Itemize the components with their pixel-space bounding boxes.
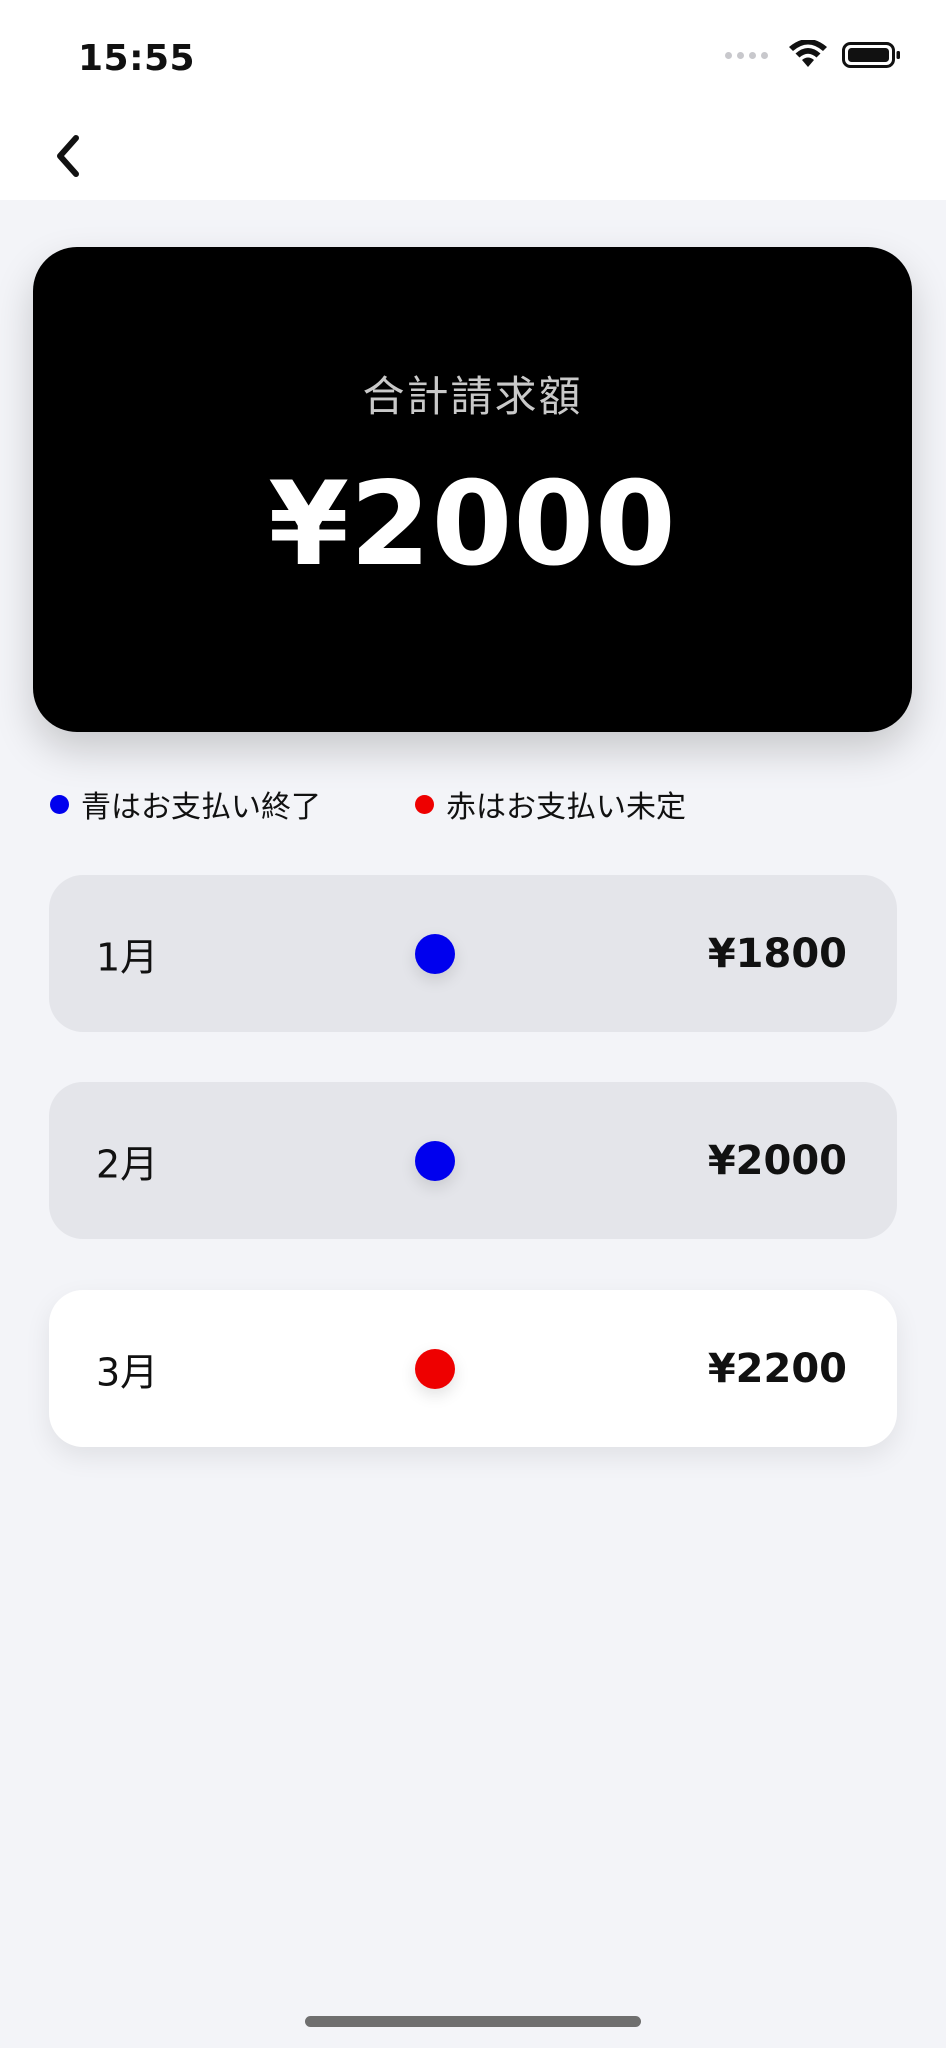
wifi-icon	[789, 40, 827, 67]
chevron-left-icon	[57, 135, 79, 177]
legend-paid-label: 青はお支払い終了	[81, 790, 321, 825]
paid-dot-icon	[50, 794, 69, 814]
month-label: 1月	[96, 935, 159, 979]
total-billing-card: 合計請求額 ¥2000	[33, 247, 912, 732]
month-label: 3月	[96, 1350, 159, 1394]
month-label: 2月	[96, 1142, 159, 1186]
status-time: 15:55	[78, 38, 196, 79]
total-billing-amount: ¥2000	[268, 457, 677, 592]
paid-status-dot-icon	[415, 933, 455, 974]
month-amount: ¥2200	[707, 1345, 847, 1392]
unpaid-dot-icon	[415, 794, 434, 814]
battery-icon	[842, 42, 900, 68]
month-row-february[interactable]: 2月 ¥2000	[49, 1082, 897, 1239]
back-button[interactable]	[40, 128, 96, 184]
top-bar: 15:55	[0, 0, 946, 200]
home-indicator[interactable]	[305, 2016, 641, 2027]
unpaid-status-dot-icon	[415, 1348, 455, 1389]
legend-unpaid-label: 赤はお支払い未定	[446, 790, 686, 825]
legend-item-unpaid: 赤はお支払い未定	[415, 782, 686, 826]
month-amount: ¥2000	[707, 1137, 847, 1184]
cellular-dots-icon	[725, 51, 768, 59]
status-icons	[725, 40, 902, 70]
legend-item-paid: 青はお支払い終了	[50, 782, 321, 826]
billing-screen: 15:55 合計請求額 ¥2000 青はお支払い終了 赤はお支払い未定 1月 ¥…	[0, 0, 946, 2048]
payment-status-legend: 青はお支払い終了 赤はお支払い未定	[50, 782, 910, 825]
month-row-january[interactable]: 1月 ¥1800	[49, 875, 897, 1032]
paid-status-dot-icon	[415, 1140, 455, 1181]
month-row-march[interactable]: 3月 ¥2200	[49, 1290, 897, 1447]
month-amount: ¥1800	[707, 930, 847, 977]
total-billing-label: 合計請求額	[362, 372, 583, 421]
